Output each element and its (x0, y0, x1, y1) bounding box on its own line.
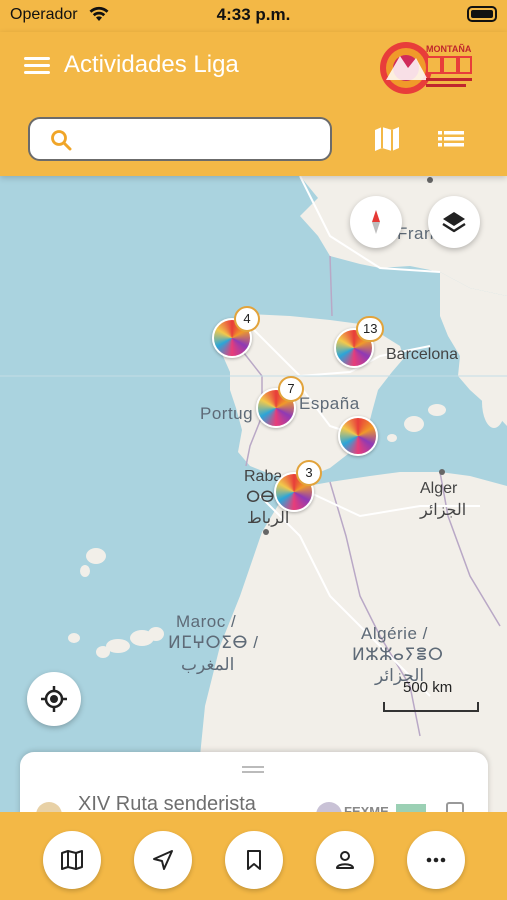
activity-cluster[interactable]: 4 (212, 306, 260, 358)
search-input[interactable] (86, 127, 316, 151)
navigation-icon (153, 850, 173, 870)
bookmark-icon (247, 850, 261, 870)
list-view-icon[interactable] (436, 124, 466, 154)
map-scale-bar (383, 702, 479, 712)
map-label-rabat-arabic: الرباط (247, 510, 290, 527)
app-bar: Actividades Liga MONTAÑA (0, 32, 507, 176)
activity-cluster[interactable]: 13 (334, 316, 385, 368)
map-label-maroc: Maroc / (176, 612, 237, 631)
map-label-barcelona: Barcelona (386, 346, 459, 363)
liga-logo: MONTAÑA (380, 42, 472, 94)
cluster-count: 3 (296, 460, 322, 486)
activity-cluster[interactable]: 7 (256, 376, 304, 428)
activity-cluster[interactable]: 3 (274, 460, 322, 512)
search-field[interactable] (28, 117, 332, 161)
nav-bookmarks-button[interactable] (225, 831, 283, 889)
cluster-count: 4 (234, 306, 260, 332)
map-label-algerie-tifinagh: ⵍⵣⵣⴰⵢⴻⵔ (352, 645, 444, 664)
map-view-icon[interactable] (372, 124, 402, 154)
activity-marker[interactable] (338, 416, 378, 456)
nav-more-button[interactable] (407, 831, 465, 889)
logo-text: MONTAÑA (426, 44, 472, 54)
map-label-alger: Alger (420, 480, 458, 497)
battery-icon (467, 6, 497, 22)
layers-button[interactable] (428, 196, 480, 248)
compass-button[interactable] (350, 196, 402, 248)
nav-navigate-button[interactable] (134, 831, 192, 889)
cluster-count: 13 (356, 316, 385, 342)
map-label-algerie: Algérie / (361, 624, 428, 643)
map-scale-label: 500 km (403, 679, 453, 696)
more-icon (426, 857, 446, 863)
map-label-espana: España (299, 394, 360, 413)
drag-handle[interactable] (242, 766, 264, 773)
page-title: Actividades Liga (64, 51, 239, 78)
search-icon (51, 130, 72, 151)
cluster-count: 7 (278, 376, 304, 402)
profile-icon (336, 851, 354, 869)
nav-profile-button[interactable] (316, 831, 374, 889)
map-view[interactable]: Francia Barcelona Portug España Raba ⵔⴱⴰ… (0, 176, 507, 816)
status-bar: Operador 4:33 p.m. (0, 0, 507, 32)
clock: 4:33 p.m. (216, 5, 291, 24)
layers-icon (442, 212, 466, 233)
map-label-maroc-tifinagh: ⵍⵎⵖⵔⵉⴱ / (168, 633, 259, 652)
map-icon (61, 850, 83, 870)
app-screen: Operador 4:33 p.m. Actividades Liga MONT… (0, 0, 507, 900)
compass-icon (372, 210, 380, 234)
map-label-portugal: Portug (200, 404, 254, 423)
bottom-nav (0, 812, 507, 900)
map-label-alger-arabic: الجزائر (420, 502, 467, 519)
my-location-button[interactable] (27, 672, 81, 726)
hamburger-menu-icon[interactable] (24, 54, 50, 78)
nav-map-button[interactable] (43, 831, 101, 889)
crosshair-icon (41, 686, 67, 712)
map-label-maroc-arabic: المغرب (181, 655, 235, 674)
